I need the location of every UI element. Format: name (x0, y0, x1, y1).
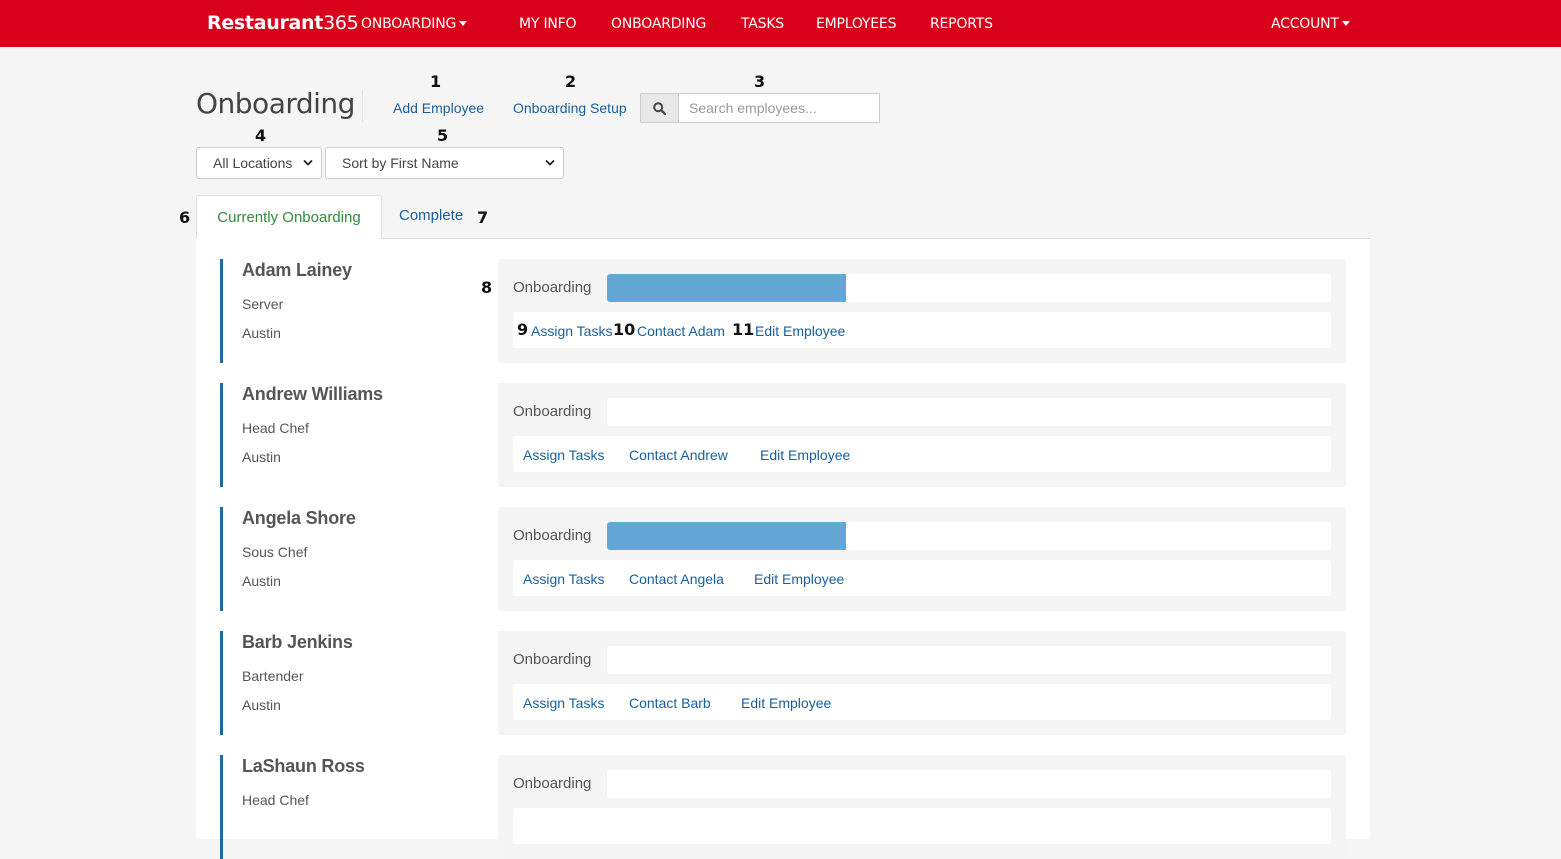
add-employee-link[interactable]: Add Employee (393, 100, 484, 116)
progress-bar (607, 398, 1331, 426)
brand-logo[interactable]: Restaurant365 (207, 12, 359, 34)
location-select[interactable]: All Locations (196, 147, 322, 179)
progress-label: Onboarding (513, 527, 592, 544)
contact-employee-link[interactable]: Contact Barb (629, 695, 711, 711)
callout-number: 2 (565, 72, 577, 91)
assign-tasks-link[interactable]: Assign Tasks (523, 447, 604, 463)
employee-accent-bar (220, 507, 223, 611)
progress-fill (607, 274, 846, 302)
employee-location: Austin (242, 449, 281, 465)
tab-currently-onboarding[interactable]: Currently Onboarding (196, 195, 382, 239)
employee-location: Austin (242, 325, 281, 341)
callout-number: 4 (255, 126, 267, 145)
title-divider (362, 90, 363, 122)
employee-accent-bar (220, 755, 223, 859)
sort-select[interactable]: Sort by First Name (325, 147, 564, 179)
nav-onboarding[interactable]: ONBOARDING (611, 16, 706, 32)
search-input[interactable] (678, 93, 880, 123)
employee-row: Andrew Williams Head Chef Austin Onboard… (220, 383, 1350, 487)
nav-my-info[interactable]: MY INFO (519, 16, 577, 32)
employee-row: Barb Jenkins Bartender Austin Onboarding… (220, 631, 1350, 735)
callout-number: 8 (481, 278, 493, 297)
onboarding-card: Onboarding Assign Tasks Contact Andrew E… (498, 383, 1346, 487)
search-button[interactable] (640, 93, 678, 123)
nav-employees[interactable]: EMPLOYEES (816, 16, 896, 32)
onboarding-card: Onboarding 9 Assign Tasks 10 Contact Ada… (498, 259, 1346, 363)
progress-label: Onboarding (513, 279, 592, 296)
chevron-down-icon (303, 159, 313, 166)
contact-employee-link[interactable]: Contact Angela (629, 571, 724, 587)
nav-reports[interactable]: REPORTS (930, 16, 993, 32)
contact-employee-link[interactable]: Contact Andrew (629, 447, 728, 463)
progress-label: Onboarding (513, 403, 592, 420)
top-navbar: Restaurant365 ONBOARDING MY INFO ONBOARD… (0, 0, 1561, 47)
employee-accent-bar (220, 631, 223, 735)
onboarding-card: Onboarding Assign Tasks Contact Angela E… (498, 507, 1346, 611)
callout-number: 10 (613, 320, 636, 339)
employee-accent-bar (220, 383, 223, 487)
progress-bar (607, 274, 1331, 302)
progress-label: Onboarding (513, 775, 592, 792)
employee-list-panel: Adam Lainey Server Austin 8 Onboarding 9… (196, 239, 1370, 859)
callout-number: 7 (477, 208, 489, 227)
callout-number: 3 (754, 72, 766, 91)
onboarding-card: Onboarding (498, 755, 1346, 859)
action-links-row (513, 808, 1331, 844)
search-icon (653, 102, 666, 115)
account-menu-dropdown[interactable]: ACCOUNT (1271, 16, 1350, 32)
employee-name: Adam Lainey (242, 260, 352, 280)
employee-name: Andrew Williams (242, 384, 383, 404)
callout-number: 11 (732, 320, 755, 339)
module-menu-dropdown[interactable]: ONBOARDING (361, 16, 468, 32)
assign-tasks-link[interactable]: Assign Tasks (523, 695, 604, 711)
edit-employee-link[interactable]: Edit Employee (760, 447, 850, 463)
employee-role: Bartender (242, 668, 304, 684)
edit-employee-link[interactable]: Edit Employee (755, 323, 845, 339)
onboarding-card: Onboarding Assign Tasks Contact Barb Edi… (498, 631, 1346, 735)
employee-location: Austin (242, 697, 281, 713)
employee-name: Barb Jenkins (242, 632, 353, 652)
onboarding-setup-link[interactable]: Onboarding Setup (513, 100, 627, 116)
progress-label: Onboarding (513, 651, 592, 668)
nav-tasks[interactable]: TASKS (741, 16, 784, 32)
caret-down-icon (459, 21, 468, 26)
edit-employee-link[interactable]: Edit Employee (754, 571, 844, 587)
employee-name: LaShaun Ross (242, 756, 365, 776)
employee-location: Austin (242, 573, 281, 589)
chevron-down-icon (545, 159, 555, 166)
action-links-row: Assign Tasks Contact Barb Edit Employee (513, 684, 1331, 720)
employee-name: Angela Shore (242, 508, 356, 528)
action-links-row: Assign Tasks Contact Andrew Edit Employe… (513, 436, 1331, 472)
action-links-row: 9 Assign Tasks 10 Contact Adam 11 Edit E… (513, 312, 1331, 348)
progress-fill (607, 522, 846, 550)
assign-tasks-link[interactable]: Assign Tasks (523, 571, 604, 587)
action-links-row: Assign Tasks Contact Angela Edit Employe… (513, 560, 1331, 596)
progress-bar (607, 646, 1331, 674)
employee-row: Adam Lainey Server Austin 8 Onboarding 9… (220, 259, 1350, 363)
employee-role: Head Chef (242, 420, 309, 436)
caret-down-icon (1341, 21, 1350, 26)
employee-row: LaShaun Ross Head Chef Onboarding (220, 755, 1350, 859)
tab-complete[interactable]: Complete (399, 207, 463, 224)
progress-bar (607, 522, 1331, 550)
callout-number: 9 (517, 320, 529, 339)
employee-role: Head Chef (242, 792, 309, 808)
employee-row: Angela Shore Sous Chef Austin Onboarding… (220, 507, 1350, 611)
callout-number: 6 (179, 208, 191, 227)
progress-bar (607, 770, 1331, 798)
callout-number: 1 (430, 72, 442, 91)
employee-accent-bar (220, 259, 223, 363)
contact-employee-link[interactable]: Contact Adam (637, 323, 725, 339)
edit-employee-link[interactable]: Edit Employee (741, 695, 831, 711)
page-title: Onboarding (196, 87, 355, 120)
assign-tasks-link[interactable]: Assign Tasks (531, 323, 612, 339)
employee-role: Server (242, 296, 284, 312)
employee-role: Sous Chef (242, 544, 308, 560)
callout-number: 5 (437, 126, 449, 145)
